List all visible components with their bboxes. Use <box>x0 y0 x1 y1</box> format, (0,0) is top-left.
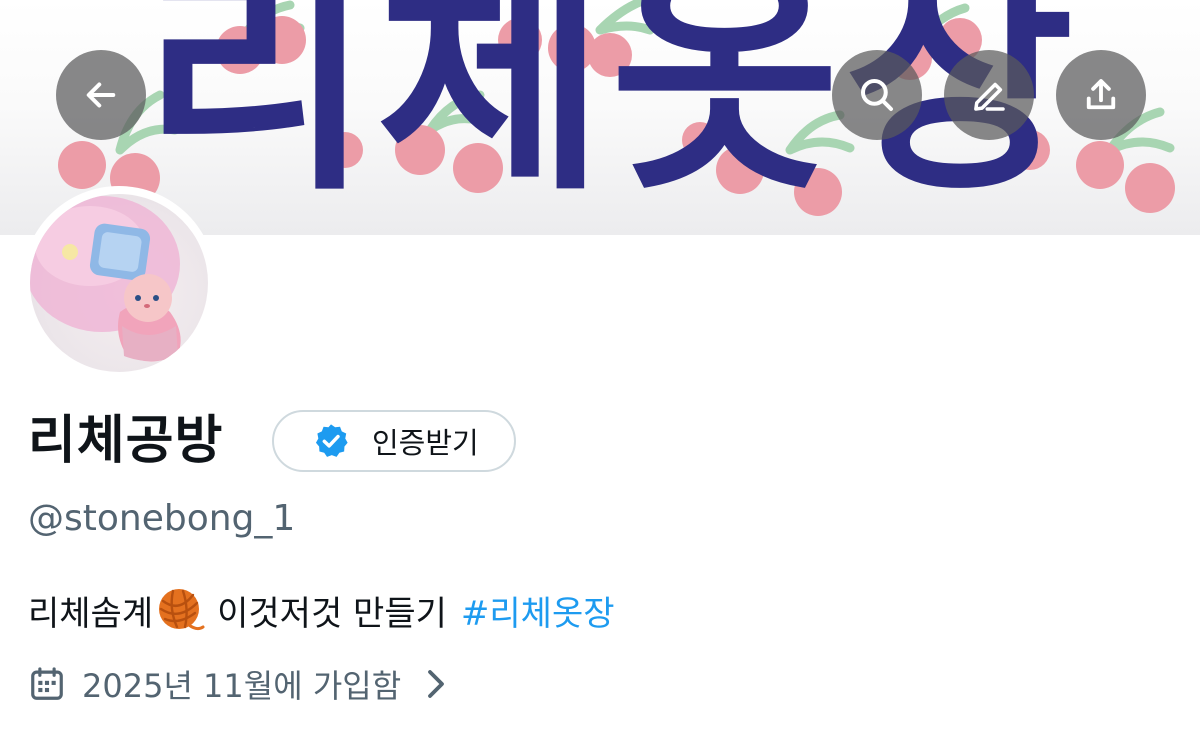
banner-title: 리체옷장 <box>142 0 1078 224</box>
search-icon <box>860 78 894 112</box>
calendar-icon <box>31 667 63 700</box>
yarn-ball-icon <box>159 589 205 631</box>
arrow-left-icon <box>86 82 116 108</box>
display-name: 리체공방 <box>28 411 224 471</box>
bio-text-2: 이것저것 만들기 <box>217 593 447 634</box>
chevron-right-icon <box>428 670 445 698</box>
get-verified-button[interactable]: 인증받기 <box>272 410 516 472</box>
profile-bio: 리체솜계 이것저것 만들기 #리체옷장 <box>28 580 615 640</box>
avatar-frame[interactable] <box>22 186 216 380</box>
verified-badge-icon <box>315 424 348 457</box>
share-upload-icon <box>1086 79 1116 110</box>
profile-page: 리체옷장 리체공방 인증받기 @stonebong_1 리체솜계 이것저것 만들… <box>0 0 1200 735</box>
joined-date-row[interactable]: 2025년 11월에 가입함 <box>28 656 449 712</box>
pencil-icon <box>974 82 1005 111</box>
joined-date-text: 2025년 11월에 가입함 <box>82 667 402 705</box>
search-button[interactable] <box>832 50 922 140</box>
avatar[interactable] <box>30 194 208 372</box>
share-button[interactable] <box>1056 50 1146 140</box>
bio-hashtag-link[interactable]: #리체옷장 <box>461 586 615 635</box>
back-button[interactable] <box>56 50 146 140</box>
bio-text: 리체솜계 <box>28 593 154 634</box>
avatar-image <box>30 196 181 362</box>
edit-button[interactable] <box>944 50 1034 140</box>
get-verified-label: 인증받기 <box>372 426 479 460</box>
user-handle: @stonebong_1 <box>28 498 296 539</box>
